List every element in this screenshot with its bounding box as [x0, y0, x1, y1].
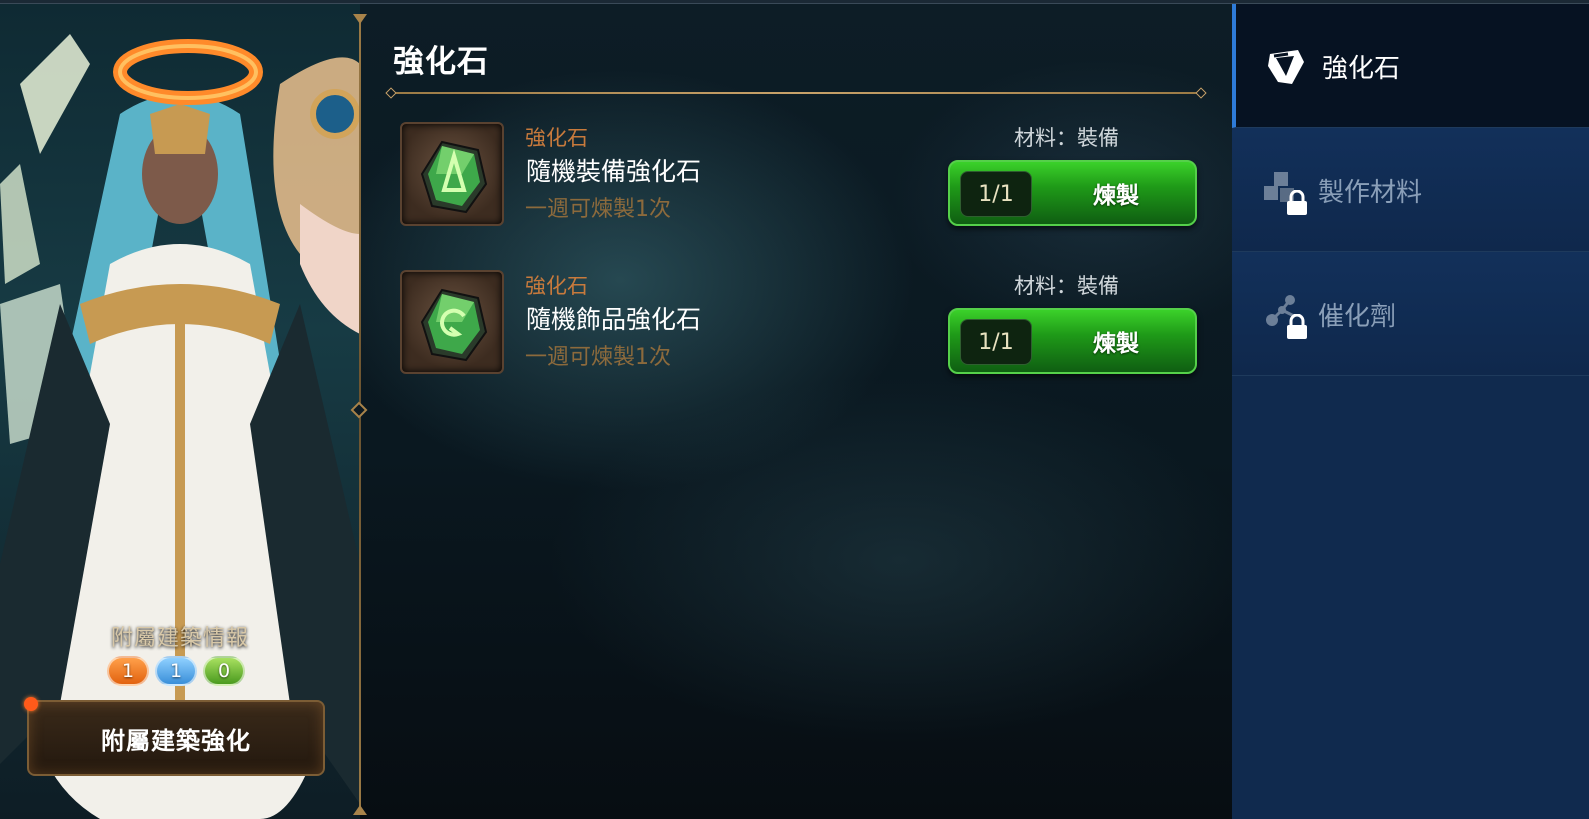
craft-count: 1/1: [960, 319, 1032, 365]
recipe-name: 隨機裝備強化石: [526, 157, 702, 186]
tab-catalyst[interactable]: 催化劑: [1232, 252, 1589, 376]
recipe-category: 強化石: [525, 274, 588, 298]
lock-icon: [1287, 190, 1307, 215]
divider-cap-bottom: [353, 805, 367, 815]
recipe-category: 強化石: [525, 126, 588, 150]
craft-label: 煉製: [1093, 331, 1139, 357]
recipe-material: 材料：裝備: [1014, 274, 1119, 298]
category-menu: 強化石 製作材料 催化劑: [1232, 4, 1589, 819]
level-badge-orange: 1: [107, 656, 149, 686]
item-slot[interactable]: [400, 270, 504, 374]
recipe-row: 強化石 隨機飾品強化石 一週可煉製1次 材料：裝備 1/1 煉製: [400, 270, 1200, 376]
tab-enhance-stone[interactable]: 強化石: [1232, 4, 1589, 128]
item-slot[interactable]: [400, 122, 504, 226]
tab-label: 製作材料: [1318, 178, 1423, 208]
lock-icon: [1287, 314, 1307, 339]
character-portrait-panel: [0, 4, 360, 819]
tab-label: 強化石: [1322, 54, 1401, 84]
divider-cap-top: [353, 14, 367, 24]
notification-dot: [24, 697, 38, 711]
craft-button[interactable]: 1/1 煉製: [948, 308, 1197, 374]
annex-upgrade-button[interactable]: 附屬建築強化: [27, 700, 325, 776]
tab-materials[interactable]: 製作材料: [1232, 128, 1589, 252]
page-title: 強化石: [393, 44, 489, 80]
craft-count: 1/1: [960, 171, 1032, 217]
recipe-limit: 一週可煉製1次: [525, 345, 671, 370]
recipe-name: 隨機飾品強化石: [526, 305, 702, 334]
menu-empty-area: [1232, 376, 1589, 819]
annex-level-badges: 1 1 0: [107, 656, 245, 686]
craft-button[interactable]: 1/1 煉製: [948, 160, 1197, 226]
recipe-material: 材料：裝備: [1014, 126, 1119, 150]
annex-info-title: 附屬建築情報: [110, 626, 249, 651]
recipe-limit: 一週可煉製1次: [525, 197, 671, 222]
tab-label: 催化劑: [1318, 302, 1397, 332]
craft-label: 煉製: [1093, 183, 1139, 209]
character-illustration: [0, 34, 360, 819]
recipe-row: 強化石 隨機裝備強化石 一週可煉製1次 材料：裝備 1/1 煉製: [400, 122, 1200, 228]
title-divider: [390, 92, 1202, 94]
enhance-stone-icon: [1268, 50, 1304, 84]
green-gem-swirl-icon: [420, 288, 488, 362]
level-badge-green: 0: [203, 656, 245, 686]
level-badge-blue: 1: [155, 656, 197, 686]
green-gem-arrow-icon: [420, 140, 488, 214]
